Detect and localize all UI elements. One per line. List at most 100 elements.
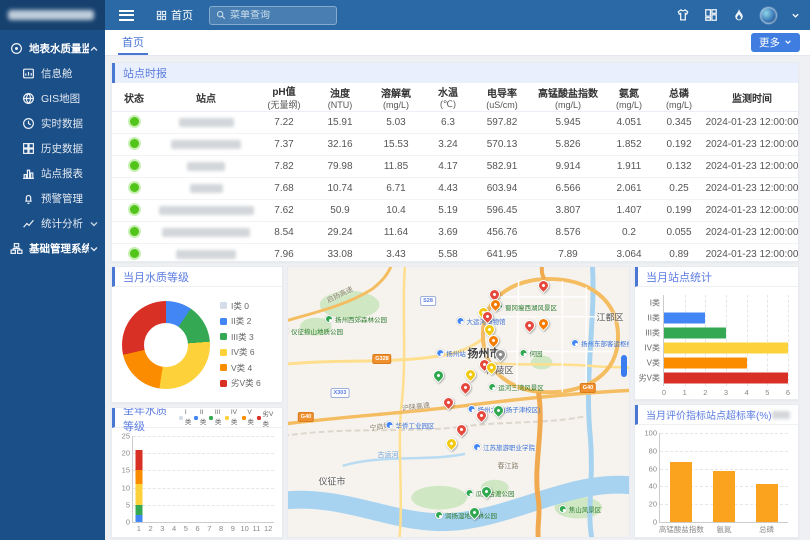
user-avatar[interactable] bbox=[760, 7, 777, 24]
panel-title-monthly-grade: 当月水质等级 bbox=[112, 267, 282, 287]
chevron-down-icon[interactable] bbox=[791, 11, 800, 20]
sidebar-item[interactable]: GIS地图 bbox=[0, 86, 105, 111]
sidebar-item[interactable]: 预警管理 bbox=[0, 186, 105, 211]
map-pin-red[interactable] bbox=[458, 380, 474, 396]
sidebar-item[interactable]: 站点报表 bbox=[0, 161, 105, 186]
sidebar-item[interactable]: 信息舱 bbox=[0, 61, 105, 86]
water-label: 古运河 bbox=[378, 450, 399, 460]
nav-home[interactable]: 首页 bbox=[156, 7, 193, 23]
place-poi[interactable]: 江苏旅游职业学院 bbox=[473, 442, 535, 452]
cell-value: 32.16 bbox=[312, 134, 368, 156]
legend-swatch bbox=[220, 364, 227, 371]
sidebar-item-label: 预警管理 bbox=[41, 191, 99, 206]
legend-item[interactable]: II类 2 bbox=[220, 315, 261, 327]
tab-home[interactable]: 首页 bbox=[118, 30, 148, 55]
cell-value: 6.3 bbox=[424, 112, 472, 134]
legend-item[interactable]: III类 bbox=[209, 408, 222, 428]
cell-value: 6.566 bbox=[532, 178, 604, 200]
table-row: 7.9633.083.435.58641.957.893.0640.892024… bbox=[112, 244, 799, 263]
park-poi[interactable]: 焦山风景区 bbox=[559, 504, 602, 514]
legend-item[interactable]: V类 bbox=[242, 408, 254, 428]
x-tick: 5 bbox=[765, 386, 769, 397]
park-poi[interactable]: 何园 bbox=[520, 348, 543, 358]
map-pin-orange[interactable] bbox=[536, 316, 552, 332]
legend-item[interactable]: 劣V类 6 bbox=[220, 377, 261, 389]
status-dot bbox=[130, 205, 139, 214]
legend-item[interactable]: V类 4 bbox=[220, 362, 261, 374]
park-poi[interactable]: 蜀冈瘦西湖风景区 bbox=[495, 302, 557, 312]
cell-value: 596.45 bbox=[472, 200, 532, 222]
column-header: 溶解氧(mg/L) bbox=[368, 83, 424, 112]
park-poi[interactable]: 运河三湾风景区 bbox=[488, 382, 544, 392]
more-button[interactable]: 更多 bbox=[751, 33, 800, 52]
legend-swatch bbox=[220, 302, 227, 309]
y-tick: 100 bbox=[644, 429, 660, 438]
legend-swatch bbox=[220, 349, 227, 356]
sidebar-item[interactable]: 统计分析 bbox=[0, 211, 105, 236]
legend-item[interactable]: 劣V类 bbox=[257, 408, 274, 428]
stacked-bar bbox=[218, 436, 225, 522]
monthly-grade-panel: 当月水质等级 I类 0 II类 2 III类 3 IV类 6 V类 4 劣V类 6 bbox=[111, 266, 283, 403]
place-poi[interactable]: 扬州东部客运枢纽 bbox=[571, 338, 630, 348]
exceed-rate-bar-chart: 020406080100高锰酸盐指数氨氮总磷 bbox=[659, 433, 788, 523]
topbar: 首页 bbox=[105, 0, 810, 30]
map-pin-red[interactable] bbox=[536, 278, 552, 294]
park-poi[interactable]: 润扬湿地森林公园 bbox=[435, 510, 497, 520]
column-header: 站点 bbox=[156, 83, 256, 112]
search-input[interactable] bbox=[230, 10, 330, 21]
place-poi[interactable]: 华侨工业园区 bbox=[386, 420, 435, 430]
map-pin-yellow[interactable] bbox=[463, 367, 479, 383]
legend-item[interactable]: IV类 bbox=[225, 408, 239, 428]
poi-icon bbox=[571, 339, 579, 347]
menu-toggle-icon[interactable] bbox=[119, 10, 134, 21]
sidebar-item[interactable]: 实时数据 bbox=[0, 111, 105, 136]
stacked-bar-chart: 0510152025123456789101112 bbox=[132, 436, 274, 523]
legend-item[interactable]: II类 bbox=[194, 408, 206, 428]
park-poi[interactable]: 仪征捺山地质公园 bbox=[287, 326, 343, 336]
sidebar-group[interactable]: 基础管理系统 bbox=[0, 236, 105, 261]
poi-icon bbox=[287, 327, 289, 335]
status-dot bbox=[130, 139, 139, 148]
map-pin-red[interactable] bbox=[454, 422, 470, 438]
theme-skin-icon[interactable] bbox=[676, 8, 690, 22]
x-tick: 3 bbox=[724, 386, 728, 397]
sidebar-group[interactable]: 地表水质量监测系统 bbox=[0, 36, 105, 61]
category-label: I类 bbox=[650, 297, 664, 308]
flame-icon[interactable] bbox=[732, 8, 746, 22]
stats-icon bbox=[22, 217, 35, 230]
cell-value: 2.061 bbox=[604, 178, 654, 200]
layout-icon[interactable] bbox=[704, 8, 718, 22]
cell-value: 7.82 bbox=[256, 156, 312, 178]
legend-item[interactable]: I类 bbox=[179, 408, 191, 428]
legend-label: V类 4 bbox=[231, 362, 252, 374]
column-header: 水温(℃) bbox=[424, 83, 472, 112]
x-tick: 9 bbox=[231, 522, 235, 533]
cell-value: 7.68 bbox=[256, 178, 312, 200]
legend-item[interactable]: III类 3 bbox=[220, 331, 261, 343]
map-control[interactable] bbox=[621, 355, 627, 377]
y-tick: 40 bbox=[649, 482, 660, 491]
map-pin-red[interactable] bbox=[441, 395, 457, 411]
bar bbox=[670, 462, 692, 522]
map-pin-red[interactable] bbox=[522, 318, 538, 334]
menu-search[interactable] bbox=[209, 6, 337, 25]
park-poi[interactable]: 扬州西郊森林公园 bbox=[325, 314, 387, 324]
map[interactable]: 古运河沪陕高速启扬高速宁启线春江路G40G40G328S28X303扬州西郊森林… bbox=[287, 266, 630, 538]
map-pin-yellow[interactable] bbox=[444, 436, 460, 452]
alert-icon bbox=[22, 192, 35, 205]
legend-item[interactable]: I类 0 bbox=[220, 300, 261, 312]
poi-label: 扬州站 bbox=[446, 348, 466, 358]
place-poi[interactable]: 扬州站 bbox=[436, 348, 466, 358]
cell-value: 5.945 bbox=[532, 112, 604, 134]
legend-item[interactable]: IV类 6 bbox=[220, 346, 261, 358]
stacked-bar bbox=[135, 436, 142, 522]
annual-grade-panel: 全年水质等级 I类II类III类IV类V类劣V类 051015202512345… bbox=[111, 407, 283, 538]
cell-value: 3.064 bbox=[604, 244, 654, 263]
x-tick: 2 bbox=[149, 522, 153, 533]
station-name-blurred bbox=[187, 162, 225, 171]
exceed-rate-panel: 当月评价指标站点超标率(%) 020406080100高锰酸盐指数氨氮总磷 bbox=[634, 404, 799, 538]
map-pin-green[interactable] bbox=[431, 368, 447, 384]
sidebar-item[interactable]: 历史数据 bbox=[0, 136, 105, 161]
legend-label: II类 bbox=[200, 409, 207, 426]
cell-value: 8.54 bbox=[256, 222, 312, 244]
